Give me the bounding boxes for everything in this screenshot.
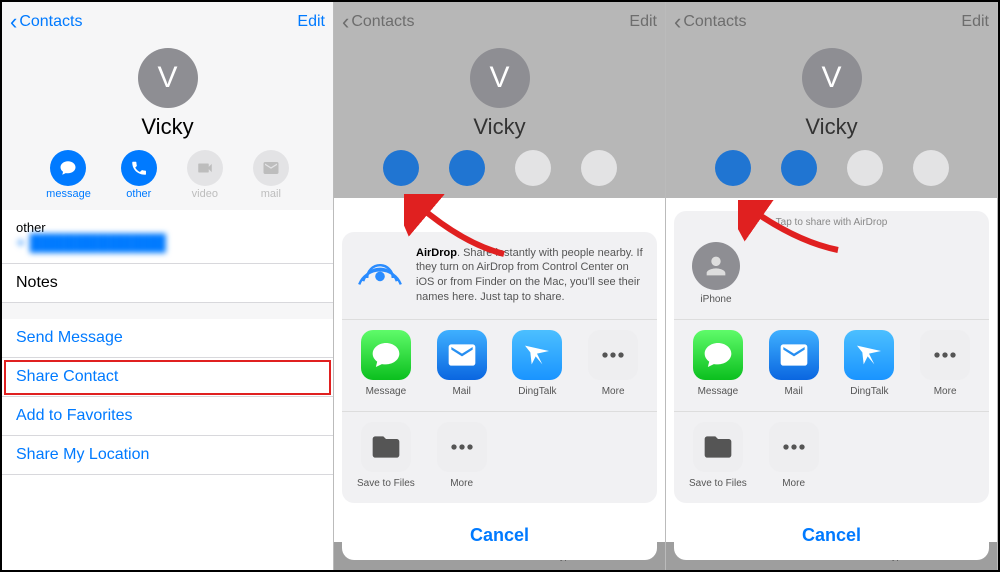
contact-header: V Vicky message other video mail bbox=[2, 42, 333, 210]
mail-icon bbox=[253, 150, 289, 186]
mail-app-icon bbox=[769, 330, 819, 380]
navbar: ‹ Contacts Edit bbox=[334, 2, 665, 42]
share-actions-row: Save to Files More bbox=[342, 412, 657, 503]
pane-share-sheet-airdrop-target: ‹ Contacts Edit V Vicky Favorites Recent… bbox=[666, 2, 998, 570]
contact-header: V Vicky bbox=[666, 42, 997, 198]
nav-edit-button[interactable]: Edit bbox=[961, 13, 989, 31]
cell-share-location[interactable]: Share My Location bbox=[2, 436, 333, 475]
contact-name: Vicky bbox=[2, 114, 333, 140]
airdrop-target-iphone[interactable]: iPhone bbox=[688, 242, 740, 305]
share-app-more[interactable]: More bbox=[907, 330, 983, 397]
cancel-button[interactable]: Cancel bbox=[674, 511, 989, 560]
share-apps-row: Message Mail DingTalk More bbox=[674, 320, 989, 412]
share-app-more[interactable]: More bbox=[575, 330, 651, 397]
contact-name: Vicky bbox=[666, 114, 997, 140]
action-video: video bbox=[187, 150, 223, 200]
share-app-message[interactable]: Message bbox=[348, 330, 424, 397]
navbar: ‹ Contacts Edit bbox=[2, 2, 333, 42]
avatar: V bbox=[470, 48, 530, 108]
share-app-dingtalk[interactable]: DingTalk bbox=[832, 330, 908, 397]
airdrop-row[interactable]: AirDrop. Share instantly with people nea… bbox=[342, 232, 657, 320]
avatar: V bbox=[802, 48, 862, 108]
cell-notes[interactable]: Notes bbox=[2, 264, 333, 303]
folder-icon bbox=[361, 422, 411, 472]
chevron-left-icon: ‹ bbox=[10, 11, 17, 33]
share-sheet: Tap to share with AirDrop iPhone Message… bbox=[674, 211, 989, 560]
action-row bbox=[666, 150, 997, 188]
cell-share-contact[interactable]: Share Contact bbox=[2, 358, 333, 397]
folder-icon bbox=[693, 422, 743, 472]
airdrop-description: AirDrop. Share instantly with people nea… bbox=[416, 246, 643, 305]
contact-cells: other + ████████████ Notes Send Message … bbox=[2, 210, 333, 475]
share-sheet: AirDrop. Share instantly with people nea… bbox=[342, 232, 657, 560]
more-icon bbox=[920, 330, 970, 380]
share-action-save-files[interactable]: Save to Files bbox=[348, 422, 424, 489]
navbar: ‹ Contacts Edit bbox=[666, 2, 997, 42]
action-message[interactable]: message bbox=[46, 150, 91, 200]
share-apps-row: Message Mail DingTalk More bbox=[342, 320, 657, 412]
action-mail: mail bbox=[253, 150, 289, 200]
dingtalk-app-icon bbox=[844, 330, 894, 380]
nav-back[interactable]: ‹ Contacts bbox=[674, 11, 746, 33]
cell-send-message[interactable]: Send Message bbox=[2, 319, 333, 358]
share-app-message[interactable]: Message bbox=[680, 330, 756, 397]
more-icon bbox=[769, 422, 819, 472]
share-app-mail[interactable]: Mail bbox=[756, 330, 832, 397]
nav-edit-button[interactable]: Edit bbox=[297, 13, 325, 31]
share-app-dingtalk[interactable]: DingTalk bbox=[500, 330, 576, 397]
share-sheet-card: AirDrop. Share instantly with people nea… bbox=[342, 232, 657, 503]
video-icon bbox=[187, 150, 223, 186]
avatar: V bbox=[138, 48, 198, 108]
message-app-icon bbox=[361, 330, 411, 380]
chevron-left-icon: ‹ bbox=[342, 11, 349, 33]
action-other[interactable]: other bbox=[121, 150, 157, 200]
mail-app-icon bbox=[437, 330, 487, 380]
nav-back[interactable]: ‹ Contacts bbox=[342, 11, 414, 33]
dingtalk-app-icon bbox=[512, 330, 562, 380]
message-app-icon bbox=[693, 330, 743, 380]
cell-add-favorites[interactable]: Add to Favorites bbox=[2, 397, 333, 436]
contact-header: V Vicky bbox=[334, 42, 665, 198]
chevron-left-icon: ‹ bbox=[674, 11, 681, 33]
nav-back-label: Contacts bbox=[19, 13, 82, 31]
message-icon bbox=[50, 150, 86, 186]
share-action-more[interactable]: More bbox=[424, 422, 500, 489]
airdrop-targets-row: iPhone bbox=[674, 228, 989, 320]
phone-icon bbox=[121, 150, 157, 186]
airdrop-tap-label: Tap to share with AirDrop bbox=[674, 211, 989, 228]
action-row bbox=[334, 150, 665, 188]
more-icon bbox=[437, 422, 487, 472]
person-icon bbox=[692, 242, 740, 290]
action-row: message other video mail bbox=[2, 150, 333, 200]
share-sheet-card: Tap to share with AirDrop iPhone Message… bbox=[674, 211, 989, 503]
cell-phone[interactable]: other + ████████████ bbox=[2, 210, 333, 264]
airdrop-icon bbox=[356, 246, 404, 294]
share-action-more[interactable]: More bbox=[756, 422, 832, 489]
share-action-save-files[interactable]: Save to Files bbox=[680, 422, 756, 489]
more-icon bbox=[588, 330, 638, 380]
pane-contact-detail: ‹ Contacts Edit V Vicky message other vi… bbox=[2, 2, 334, 570]
phone-number: + ████████████ bbox=[16, 235, 166, 252]
nav-edit-button[interactable]: Edit bbox=[629, 13, 657, 31]
share-app-mail[interactable]: Mail bbox=[424, 330, 500, 397]
cancel-button[interactable]: Cancel bbox=[342, 511, 657, 560]
pane-share-sheet-airdrop-info: ‹ Contacts Edit V Vicky Favorites Recent… bbox=[334, 2, 666, 570]
nav-back[interactable]: ‹ Contacts bbox=[10, 11, 82, 33]
share-actions-row: Save to Files More bbox=[674, 412, 989, 503]
contact-name: Vicky bbox=[334, 114, 665, 140]
